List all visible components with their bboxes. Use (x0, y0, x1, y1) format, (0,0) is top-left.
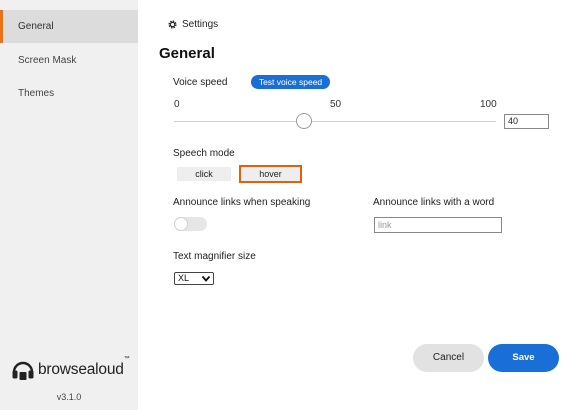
page-title: General (159, 45, 215, 62)
announce-word-input[interactable] (374, 217, 502, 233)
magnifier-size-select[interactable]: XL (174, 272, 214, 285)
announce-links-toggle[interactable] (174, 217, 207, 231)
speech-mode-hover-button[interactable]: hover (239, 165, 302, 183)
cancel-button[interactable]: Cancel (413, 344, 484, 372)
settings-heading: Settings (168, 17, 218, 31)
voice-speed-input[interactable]: 40 (504, 114, 549, 129)
slider-tick-min: 0 (174, 99, 180, 110)
headphones-icon (12, 361, 34, 380)
brand-logo: browsealoud™ (11, 356, 133, 382)
toggle-knob (174, 217, 188, 231)
sidebar-item-general[interactable]: General (0, 10, 138, 43)
test-voice-speed-button[interactable]: Test voice speed (251, 75, 330, 89)
announce-links-label: Announce links when speaking (173, 197, 311, 208)
sidebar-item-themes[interactable]: Themes (0, 77, 138, 110)
chevron-down-icon (201, 275, 211, 282)
save-button[interactable]: Save (488, 344, 559, 372)
gear-icon (168, 19, 177, 29)
speech-mode-label: Speech mode (173, 148, 235, 159)
voice-speed-slider-thumb[interactable] (296, 113, 312, 129)
speech-mode-click-button[interactable]: click (177, 167, 231, 181)
magnifier-size-label: Text magnifier size (173, 251, 256, 262)
voice-speed-slider-track[interactable] (174, 121, 496, 122)
version-label: v3.1.0 (56, 392, 82, 402)
sidebar: General Screen Mask Themes browsealoud™ … (0, 0, 138, 410)
magnifier-size-value: XL (178, 273, 190, 283)
slider-tick-mid: 50 (330, 99, 342, 110)
announce-word-label: Announce links with a word (373, 197, 495, 208)
brand-name: browsealoud™ (38, 356, 130, 378)
sidebar-item-screen-mask[interactable]: Screen Mask (0, 44, 138, 77)
slider-tick-max: 100 (480, 99, 497, 110)
voice-speed-label: Voice speed (173, 77, 228, 88)
settings-app: General Screen Mask Themes browsealoud™ … (0, 0, 578, 410)
